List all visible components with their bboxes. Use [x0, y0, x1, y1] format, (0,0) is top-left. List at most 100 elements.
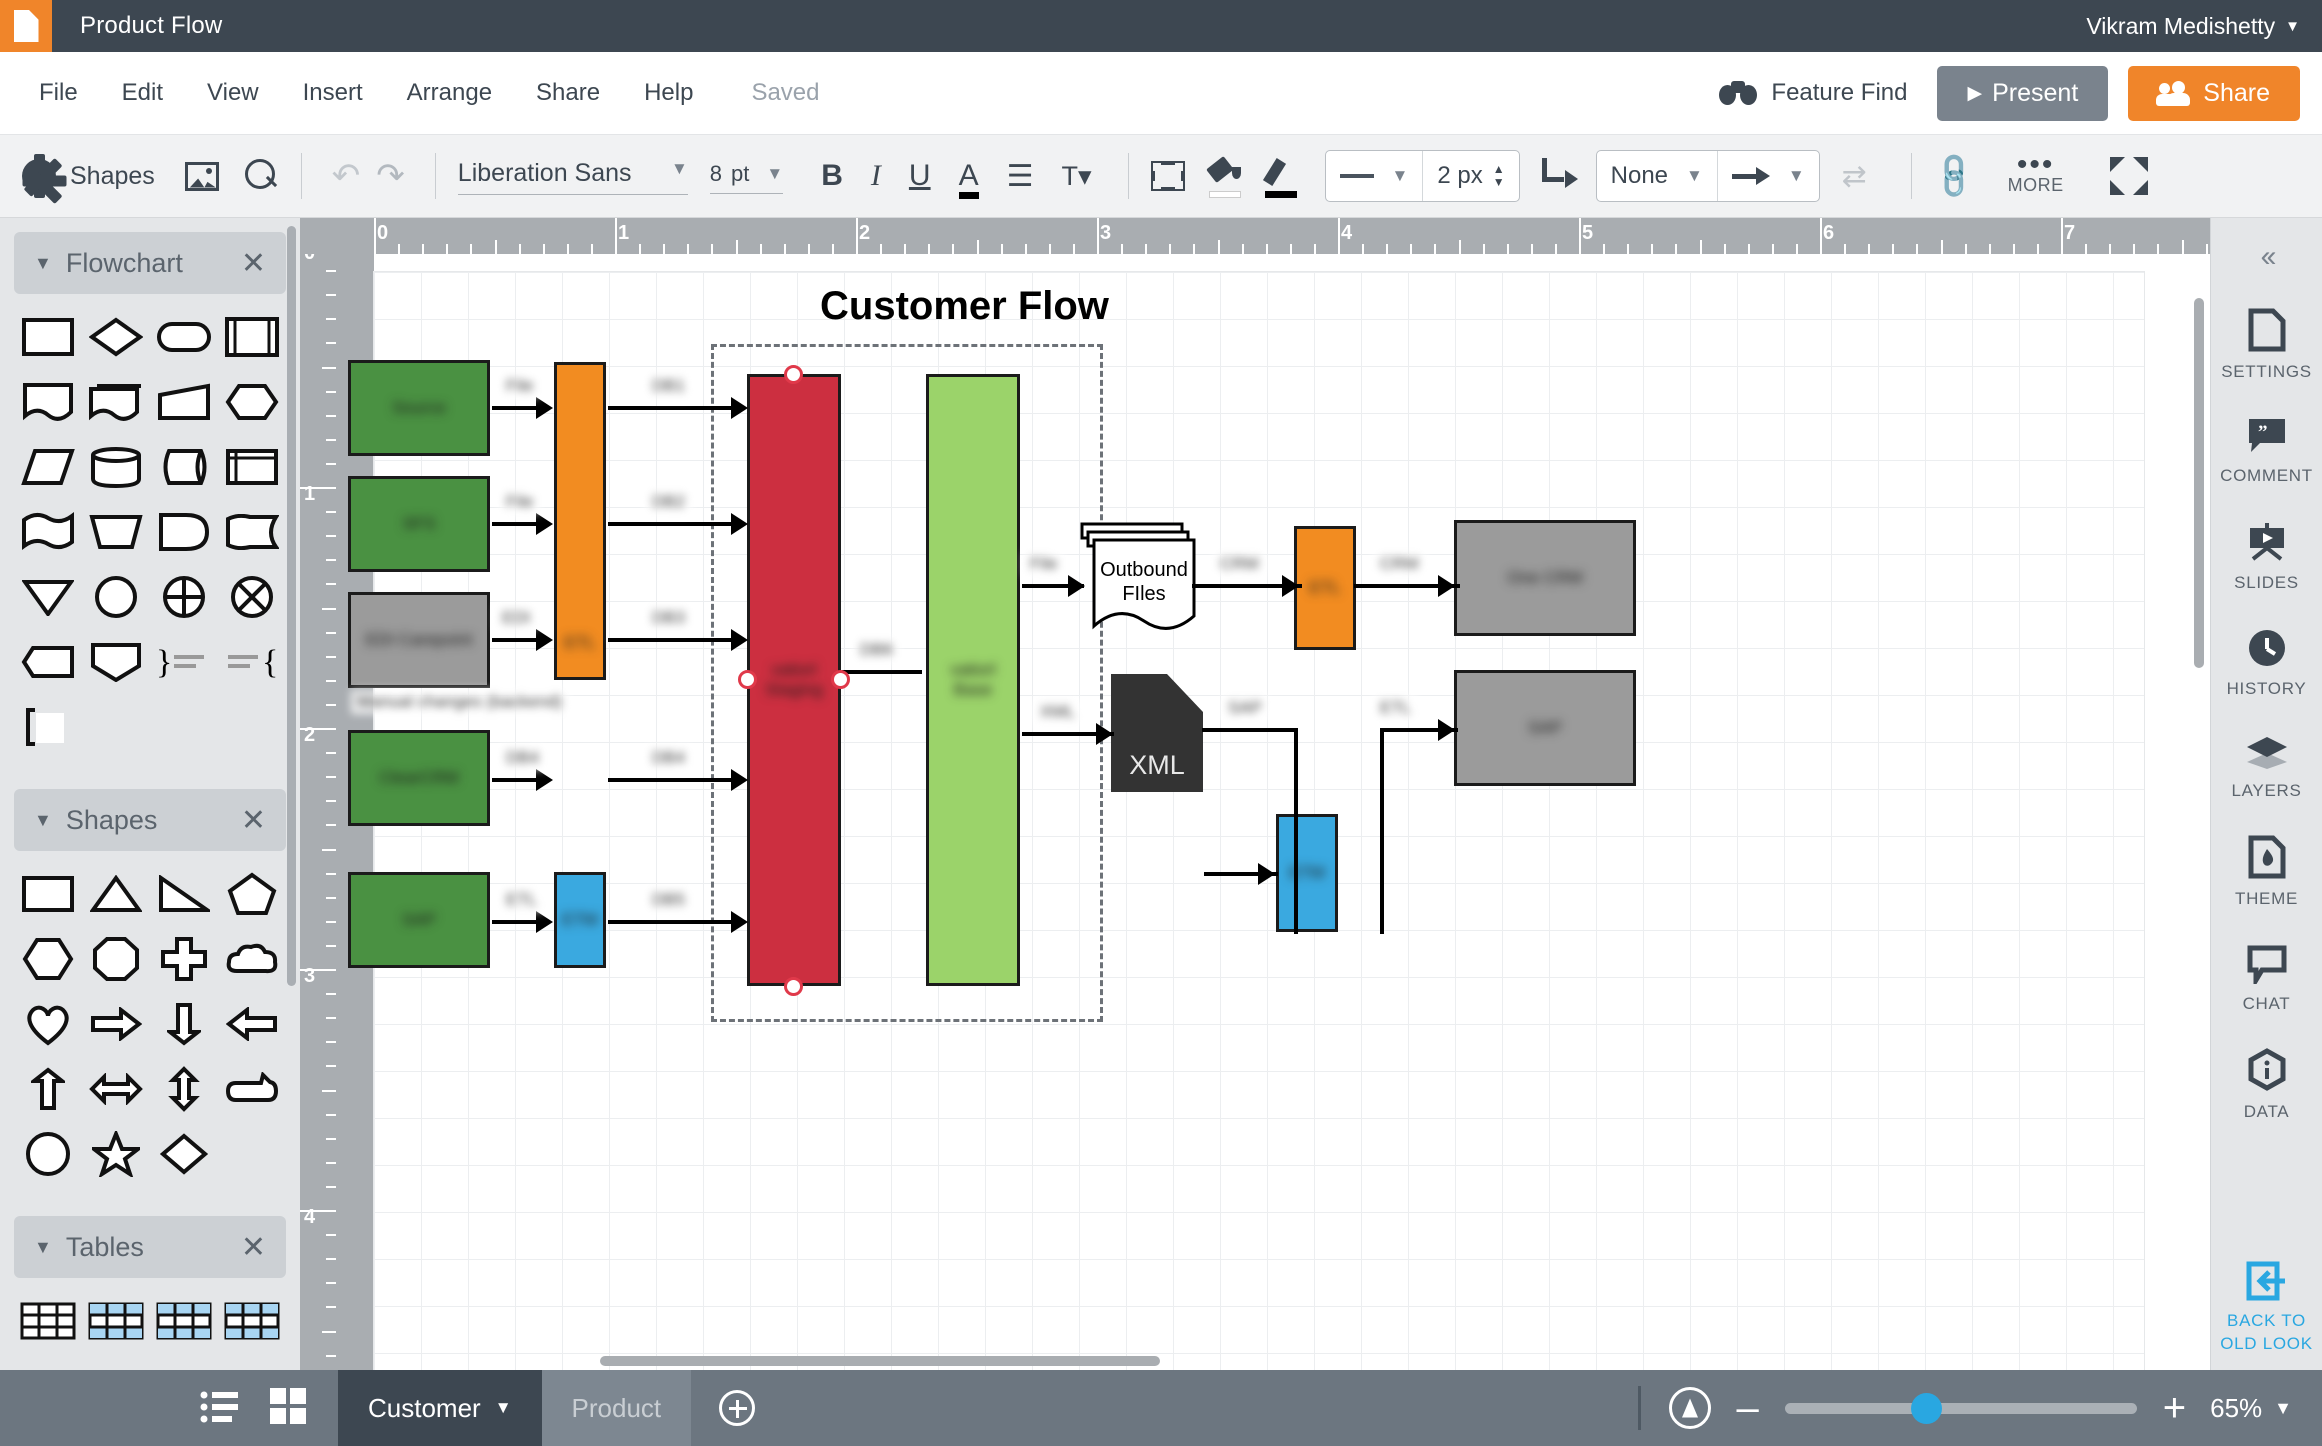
shape-star[interactable] — [82, 1121, 150, 1186]
green-node-2[interactable]: SFS — [348, 476, 490, 572]
shape-triangle[interactable] — [82, 861, 150, 926]
shape-pentagon[interactable] — [218, 861, 286, 926]
shape-outline-icon[interactable] — [1150, 161, 1185, 191]
green-node-4[interactable]: SAP — [348, 872, 490, 968]
arrow-end-select[interactable]: ▼ — [1718, 151, 1819, 201]
menu-item-edit[interactable]: Edit — [100, 79, 185, 107]
shape-arrow-left[interactable] — [218, 991, 286, 1056]
share-button[interactable]: Share — [2128, 65, 2300, 121]
shape-direct-access-storage[interactable] — [150, 434, 218, 499]
list-view-icon[interactable] — [200, 1388, 240, 1429]
line-color-icon[interactable] — [1262, 158, 1297, 198]
shape-right-triangle[interactable] — [150, 861, 218, 926]
diagram-surface[interactable]: Customer Flow Source SFS EDI Carepoint M… — [348, 272, 2144, 1370]
bold-button[interactable]: B — [807, 159, 857, 193]
more-button[interactable]: ••• MORE — [2008, 149, 2064, 196]
selection-handle-top[interactable] — [784, 365, 803, 384]
shape-stadium[interactable] — [150, 304, 218, 369]
sidebar-item-history[interactable]: HISTORY — [2211, 627, 2322, 699]
sidebar-item-data[interactable]: DATA — [2211, 1047, 2322, 1122]
library-group-tables-header[interactable]: ▼ Tables ✕ — [14, 1216, 286, 1278]
gray-node-edi[interactable]: EDI Carepoint — [348, 592, 490, 688]
connector-line[interactable] — [608, 406, 744, 410]
menu-item-share[interactable]: Share — [514, 79, 622, 107]
font-size-select[interactable]: 8 pt ▼ — [709, 159, 784, 194]
connector-line[interactable] — [608, 920, 744, 924]
shape-delay[interactable] — [218, 499, 286, 564]
shape-arrow-down[interactable] — [150, 991, 218, 1056]
shape-internal-storage[interactable] — [218, 434, 286, 499]
shape-heart[interactable] — [14, 991, 82, 1056]
sidebar-item-chat[interactable]: CHAT — [2211, 944, 2322, 1014]
canvas-area[interactable]: 012345678 012345 Customer Flow Source SF… — [300, 218, 2210, 1370]
selection-handle-left[interactable] — [738, 670, 757, 689]
present-button[interactable]: ▶ Present — [1937, 65, 2109, 121]
grid-view-icon[interactable] — [270, 1387, 308, 1429]
green-node-1[interactable]: Source — [348, 360, 490, 456]
shape-merge-triangle[interactable] — [14, 564, 82, 629]
diagram-title[interactable]: Customer Flow — [820, 284, 1109, 329]
shape-table-plain[interactable] — [14, 1288, 82, 1353]
zoom-out-button[interactable]: – — [1737, 1388, 1759, 1428]
sidebar-item-settings[interactable]: SETTINGS — [2211, 308, 2322, 382]
menu-item-arrange[interactable]: Arrange — [385, 79, 514, 107]
text-color-button[interactable]: A — [945, 159, 993, 199]
shape-cloud[interactable] — [218, 926, 286, 991]
orange-etl-2[interactable]: ETL — [1294, 526, 1356, 650]
canvas-page[interactable]: Customer Flow Source SFS EDI Carepoint M… — [336, 254, 2210, 1370]
orange-etl-1[interactable]: ETL — [554, 362, 606, 680]
green-node-3[interactable]: ClearCRM — [348, 730, 490, 826]
shape-summing-junction[interactable] — [150, 564, 218, 629]
sidebar-item-comment[interactable]: ” COMMENT — [2211, 416, 2322, 486]
zoom-slider-handle[interactable] — [1910, 1392, 1942, 1424]
shape-multi-document[interactable] — [82, 369, 150, 434]
shape-circle[interactable] — [82, 564, 150, 629]
connector-line[interactable] — [608, 522, 744, 526]
line-width-stepper[interactable]: 2 px ▲ ▼ — [1423, 151, 1518, 201]
lightgreen-base-node[interactable]: vatiorl Base — [926, 374, 1020, 986]
shape-database[interactable] — [82, 434, 150, 499]
connector-line[interactable] — [492, 406, 538, 410]
fullscreen-icon[interactable] — [2109, 157, 2148, 195]
link-icon[interactable]: 🔗 — [1926, 148, 1981, 203]
close-icon[interactable]: ✕ — [241, 803, 266, 838]
shape-brace-left-annotation[interactable]: { — [218, 629, 286, 694]
search-icon[interactable] — [244, 159, 279, 193]
shape-octagon[interactable] — [82, 926, 150, 991]
arrow-start-select[interactable]: None ▼ — [1597, 151, 1717, 201]
back-to-old-look-button[interactable]: BACK TO OLD LOOK — [2211, 1260, 2322, 1355]
shape-or-junction[interactable] — [218, 564, 286, 629]
selection-handle-bottom[interactable] — [784, 977, 803, 996]
gray-node-crm[interactable]: One CRM — [1454, 520, 1636, 636]
shape-arrow-up[interactable] — [14, 1056, 82, 1121]
canvas-horizontal-scrollbar[interactable] — [600, 1356, 1160, 1366]
insert-image-icon[interactable] — [184, 161, 219, 191]
shape-document[interactable] — [14, 369, 82, 434]
fill-color-icon[interactable] — [1205, 156, 1241, 198]
connector-line[interactable] — [1202, 728, 1298, 732]
shape-pentagon-down[interactable] — [82, 629, 150, 694]
sidebar-item-slides[interactable]: SLIDES — [2211, 521, 2322, 593]
shape-table-banded[interactable] — [218, 1288, 286, 1353]
navigate-icon[interactable] — [1668, 1387, 1711, 1429]
connector-line[interactable] — [492, 522, 538, 526]
shape-hexagon-flag[interactable] — [14, 629, 82, 694]
shapes-button[interactable]: Shapes — [22, 154, 155, 204]
connector-line[interactable] — [842, 670, 922, 674]
connector-line[interactable] — [608, 638, 744, 642]
gray-node-sap[interactable]: SAP — [1454, 670, 1636, 786]
shape-rectangle[interactable] — [14, 861, 82, 926]
shape-hexagon[interactable] — [14, 926, 82, 991]
shape-table-header-blue[interactable] — [82, 1288, 150, 1353]
shape-bracket-card[interactable] — [14, 694, 82, 759]
connector-line[interactable] — [608, 778, 744, 782]
horizontal-ruler[interactable]: 012345678 — [300, 218, 2210, 254]
swap-arrows-icon[interactable]: ⇄ — [1842, 159, 1867, 194]
shape-diamond[interactable] — [150, 1121, 218, 1186]
shape-arrow-up-down[interactable] — [150, 1056, 218, 1121]
shape-manual-input[interactable] — [150, 369, 218, 434]
document-icon-button[interactable] — [0, 0, 52, 52]
connector-line[interactable] — [492, 778, 538, 782]
user-menu[interactable]: Vikram Medishetty ▼ — [2086, 13, 2300, 40]
shape-terminator[interactable] — [150, 499, 218, 564]
